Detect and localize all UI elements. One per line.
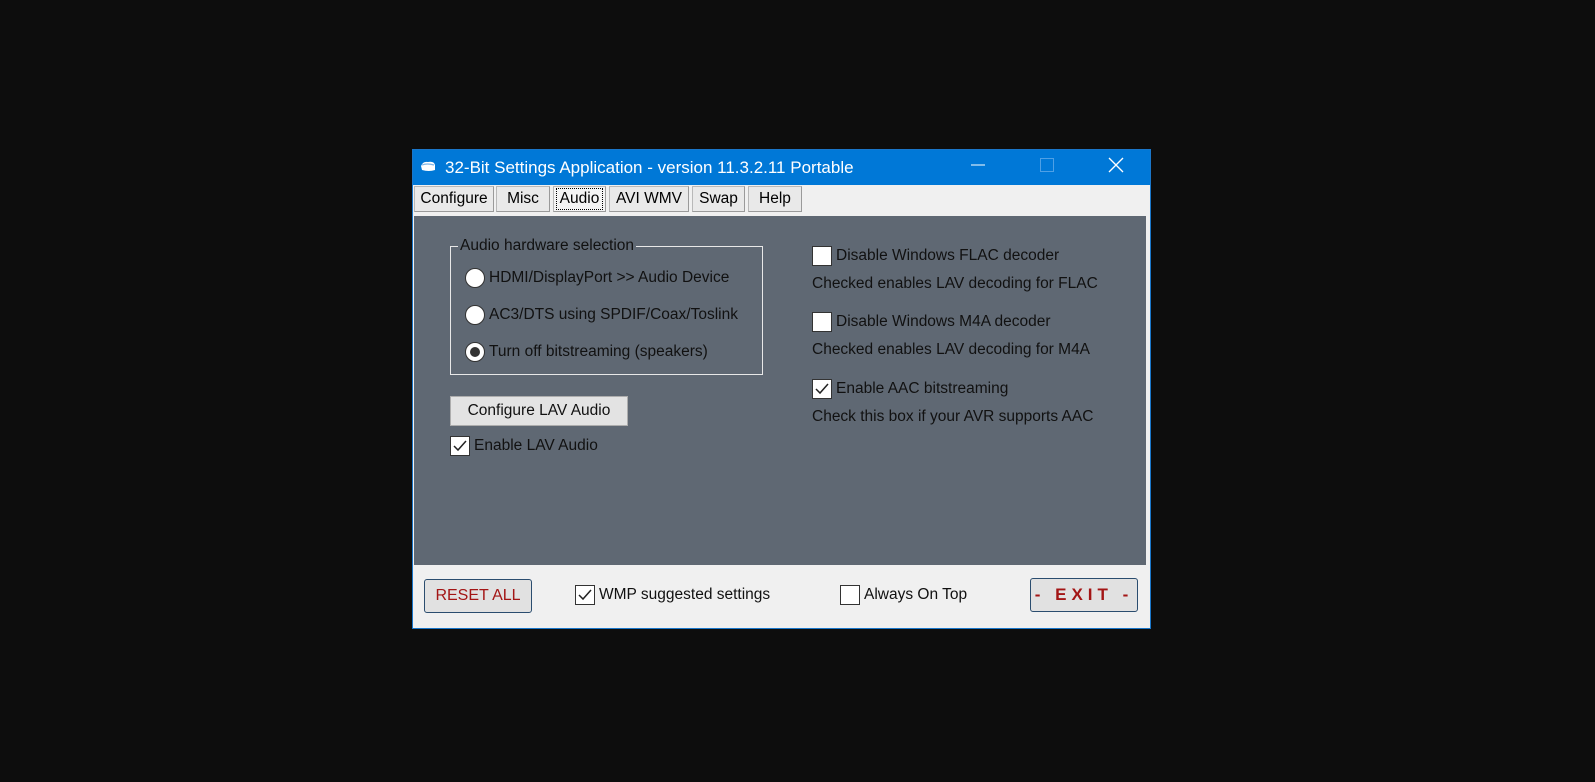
tab-misc[interactable]: Misc (496, 186, 550, 212)
tab-audio[interactable]: Audio (553, 186, 606, 212)
enable-aac-bitstreaming-checkbox[interactable]: Enable AAC bitstreaming (812, 379, 1008, 399)
checkbox-label: Disable Windows M4A decoder (836, 313, 1051, 330)
tab-strip: Configure Misc Audio AVI WMV Swap Help (413, 185, 1150, 215)
radio-spdif[interactable]: AC3/DTS using SPDIF/Coax/Toslink (465, 305, 738, 325)
checkmark-icon (815, 383, 829, 395)
tab-swap[interactable]: Swap (692, 186, 745, 212)
disable-m4a-checkbox[interactable]: Disable Windows M4A decoder (812, 312, 1051, 332)
radio-button[interactable] (465, 268, 485, 288)
reset-all-button[interactable]: RESET ALL (424, 579, 532, 613)
always-on-top-checkbox[interactable]: Always On Top (840, 585, 967, 605)
radio-label: Turn off bitstreaming (speakers) (489, 343, 708, 360)
checkbox[interactable] (812, 312, 832, 332)
checkbox-label: Enable AAC bitstreaming (836, 380, 1009, 397)
radio-button-selected[interactable] (465, 342, 485, 362)
maximize-button[interactable] (1024, 150, 1070, 185)
tab-help[interactable]: Help (748, 186, 802, 212)
exit-button[interactable]: - EXIT - (1030, 578, 1138, 612)
audio-panel: Audio hardware selection HDMI/DisplayPor… (414, 216, 1146, 565)
close-button[interactable] (1093, 150, 1139, 185)
checkbox-label: Disable Windows FLAC decoder (836, 247, 1060, 264)
app-cloud-icon (419, 160, 437, 173)
minimize-icon (971, 158, 985, 177)
radio-label: AC3/DTS using SPDIF/Coax/Toslink (489, 306, 738, 323)
checkbox[interactable] (575, 585, 595, 605)
m4a-description: Checked enables LAV decoding for M4A (812, 341, 1091, 358)
configure-lav-audio-button[interactable]: Configure LAV Audio (450, 396, 628, 426)
aac-description: Check this box if your AVR supports AAC (812, 408, 1094, 425)
wmp-suggested-checkbox[interactable]: WMP suggested settings (575, 585, 770, 605)
tab-avi-wmv[interactable]: AVI WMV (609, 186, 689, 212)
checkbox-label: Enable LAV Audio (474, 437, 598, 454)
tab-configure[interactable]: Configure (414, 186, 494, 212)
minimize-button[interactable] (955, 150, 1001, 185)
disable-flac-checkbox[interactable]: Disable Windows FLAC decoder (812, 246, 1059, 266)
checkbox[interactable] (840, 585, 860, 605)
flac-description: Checked enables LAV decoding for FLAC (812, 275, 1098, 292)
enable-lav-audio-checkbox[interactable]: Enable LAV Audio (450, 436, 598, 456)
radio-label: HDMI/DisplayPort >> Audio Device (489, 269, 730, 286)
close-icon (1108, 157, 1124, 178)
window-title: 32-Bit Settings Application - version 11… (445, 158, 854, 177)
settings-window: 32-Bit Settings Application - version 11… (412, 149, 1151, 629)
audio-hardware-group: Audio hardware selection HDMI/DisplayPor… (450, 237, 763, 375)
checkbox[interactable] (812, 246, 832, 266)
checkmark-icon (578, 589, 592, 601)
radio-bitstreaming-off[interactable]: Turn off bitstreaming (speakers) (465, 342, 708, 362)
group-legend: Audio hardware selection (458, 237, 637, 255)
checkmark-icon (453, 440, 467, 452)
radio-hdmi[interactable]: HDMI/DisplayPort >> Audio Device (465, 268, 729, 288)
checkbox-label: WMP suggested settings (599, 586, 771, 603)
maximize-icon (1040, 158, 1054, 177)
checkbox-label: Always On Top (864, 586, 968, 603)
checkbox[interactable] (450, 436, 470, 456)
title-bar[interactable]: 32-Bit Settings Application - version 11… (413, 150, 1150, 185)
radio-button[interactable] (465, 305, 485, 325)
radio-dot-icon (470, 347, 480, 357)
checkbox[interactable] (812, 379, 832, 399)
